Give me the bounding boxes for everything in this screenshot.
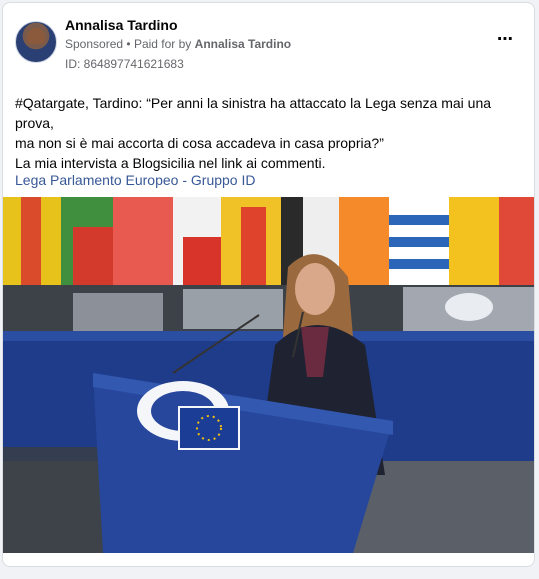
post-photo[interactable] bbox=[3, 197, 534, 553]
post-header: Annalisa Tardino Sponsored • Paid for by… bbox=[13, 15, 524, 75]
sponsored-label[interactable]: Sponsored bbox=[65, 37, 123, 51]
sponsored-post-card: Annalisa Tardino Sponsored • Paid for by… bbox=[2, 2, 535, 567]
ad-id: ID: 864897741621683 bbox=[65, 57, 184, 71]
paid-for-name[interactable]: Annalisa Tardino bbox=[195, 37, 291, 51]
sponsored-meta: Sponsored • Paid for by Annalisa Tardino bbox=[65, 37, 291, 51]
meta-separator: • bbox=[126, 37, 131, 51]
parliament-photo bbox=[3, 197, 534, 553]
more-options-icon[interactable]: ⋯ bbox=[497, 29, 514, 49]
author-name[interactable]: Annalisa Tardino bbox=[65, 17, 178, 33]
paid-for-prefix: Paid for by bbox=[133, 37, 192, 51]
post-text-line: #Qatargate, Tardino: “Per anni la sinist… bbox=[15, 95, 492, 131]
post-text-line: La mia intervista a Blogsicilia nel link… bbox=[15, 155, 326, 171]
post-text-line: ma non si è mai accorta di cosa accadeva… bbox=[15, 135, 384, 151]
page-link[interactable]: Lega Parlamento Europeo - Gruppo ID bbox=[15, 172, 255, 188]
post-text: #Qatargate, Tardino: “Per anni la sinist… bbox=[15, 93, 530, 173]
avatar[interactable] bbox=[15, 21, 57, 63]
